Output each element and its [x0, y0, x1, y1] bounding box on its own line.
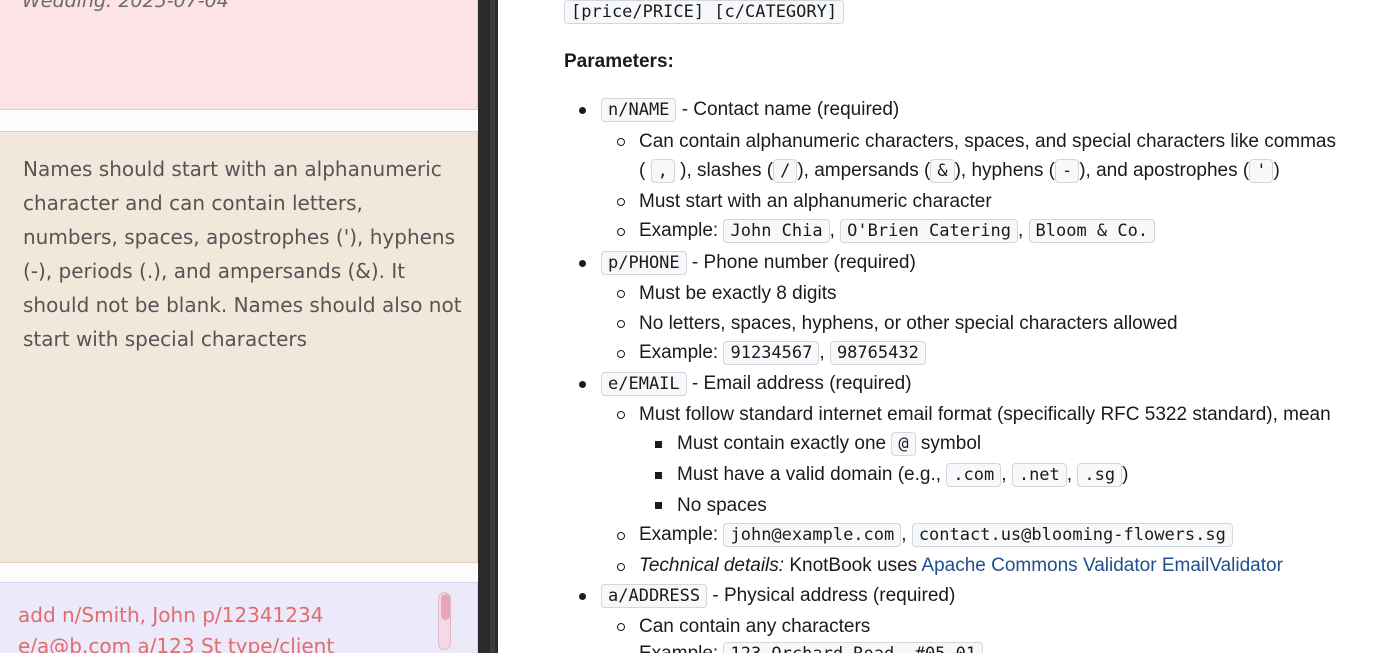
bullet [579, 260, 586, 267]
ampersand-code: & [930, 159, 955, 183]
slash-code: / [773, 159, 798, 183]
bullet [617, 563, 625, 571]
command-format-code: [price/PRICE] [c/CATEGORY] [564, 0, 845, 24]
param-address-code: a/ADDRESS [601, 584, 708, 608]
bullet [617, 290, 625, 298]
param-phone: p/PHONE - Phone number (required) [601, 251, 916, 275]
address-examples: Example: 123 Orchard Road, #05-01 [639, 642, 984, 653]
user-guide-document: [price/PRICE] [c/CATEGORY] Parameters: n… [498, 0, 1380, 653]
bullet [579, 381, 586, 388]
domain-code: .net [1011, 463, 1067, 487]
email-validator-link[interactable]: Apache Commons Validator EmailValidator [921, 555, 1283, 576]
example-code: Bloom & Co. [1028, 219, 1156, 243]
bullet [617, 138, 625, 146]
bullet [617, 411, 625, 419]
bullet [655, 441, 662, 448]
address-rule-1: Can contain any characters [639, 616, 871, 637]
example-code: contact.us@blooming-flowers.sg [911, 523, 1233, 547]
domain-code: .sg [1077, 463, 1123, 487]
bullet [617, 198, 625, 206]
bullet [655, 472, 662, 479]
bullet [617, 320, 625, 328]
command-input[interactable]: add n/Smith, John p/12341234 e/a@b.com a… [18, 600, 428, 653]
window-divider[interactable] [478, 0, 498, 653]
hyphen-code: - [1054, 159, 1080, 183]
name-rule-2: Must start with an alphanumeric characte… [639, 191, 992, 212]
technical-details-label: Technical details: [639, 555, 785, 576]
apostrophe-code: ' [1249, 159, 1274, 183]
param-email: e/EMAIL - Email address (required) [601, 372, 912, 396]
email-sub-rule-1: Must contain exactly one @ symbol [677, 432, 982, 456]
bullet [579, 593, 586, 600]
example-code: 98765432 [829, 341, 926, 365]
example-code: John Chia [723, 219, 830, 243]
param-name: n/NAME - Contact name (required) [601, 98, 900, 122]
event-card-text: Wedding: 2025-07-04 [22, 0, 229, 12]
email-rule-1: Must follow standard internet email form… [639, 404, 1331, 425]
comma-code: , [650, 159, 675, 183]
param-address-desc: - Physical address (required) [707, 585, 956, 606]
parameters-heading: Parameters: [564, 51, 674, 72]
email-sub-rule-3: No spaces [677, 495, 767, 516]
bullet [617, 623, 625, 631]
bullet [617, 532, 625, 540]
param-phone-desc: - Phone number (required) [686, 252, 916, 273]
phone-rule-1: Must be exactly 8 digits [639, 283, 837, 304]
param-email-desc: - Email address (required) [686, 373, 912, 394]
param-address: a/ADDRESS - Physical address (required) [601, 584, 956, 608]
at-symbol-code: @ [891, 432, 916, 456]
name-examples: Example: John Chia, O'Brien Catering, Bl… [639, 219, 1156, 243]
bullet [617, 350, 625, 358]
bullet [617, 228, 625, 236]
bullet [655, 502, 662, 509]
phone-rule-2: No letters, spaces, hyphens, or other sp… [639, 313, 1178, 334]
domain-code: .com [946, 463, 1002, 487]
example-code: O'Brien Catering [840, 219, 1018, 243]
email-sub-rule-2: Must have a valid domain (e.g., .com, .n… [677, 463, 1129, 487]
example-code: 91234567 [723, 341, 820, 365]
param-name-desc: - Contact name (required) [676, 99, 900, 120]
param-email-code: e/EMAIL [601, 372, 687, 396]
email-technical-details: Technical details: KnotBook uses Apache … [639, 555, 1283, 576]
command-scrollbar-thumb[interactable] [441, 594, 450, 620]
bullet [579, 107, 586, 114]
name-rule-1-cont: ( , ), slashes (/), ampersands (&), hyph… [639, 159, 1280, 183]
window-divider-edge [490, 0, 495, 653]
example-code: john@example.com [723, 523, 902, 547]
error-message: Names should start with an alphanumeric … [23, 157, 462, 351]
param-name-code: n/NAME [601, 98, 677, 122]
result-panel: Wedding: 2025-07-04 Names should start w… [0, 0, 478, 653]
phone-examples: Example: 91234567, 98765432 [639, 341, 926, 365]
example-code: 123 Orchard Road, #05-01 [723, 642, 984, 653]
email-examples: Example: john@example.com, contact.us@bl… [639, 523, 1233, 547]
name-rule-1: Can contain alphanumeric characters, spa… [639, 131, 1336, 152]
param-phone-code: p/PHONE [601, 251, 687, 275]
event-card [0, 0, 478, 110]
